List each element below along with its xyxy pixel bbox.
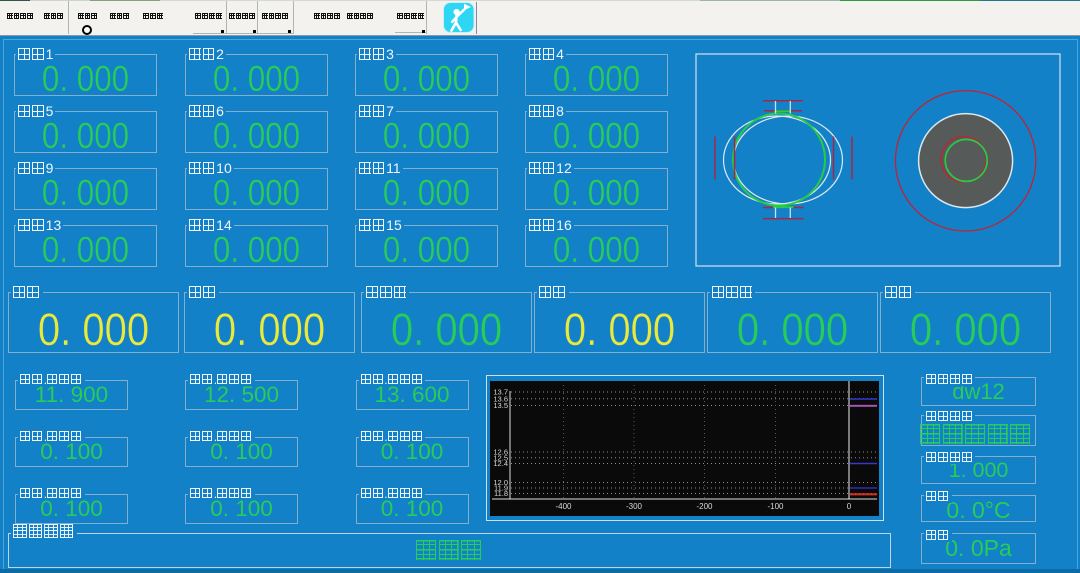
svg-text:0: 0 [847,502,852,511]
svg-text:-200: -200 [696,502,713,511]
svg-text:11.8: 11.8 [494,489,508,498]
svg-text:-100: -100 [767,502,784,511]
svg-text:-400: -400 [555,502,572,511]
svg-text:-300: -300 [626,502,643,511]
svg-text:13.5: 13.5 [493,401,508,410]
svg-text:12.4: 12.4 [493,459,508,468]
